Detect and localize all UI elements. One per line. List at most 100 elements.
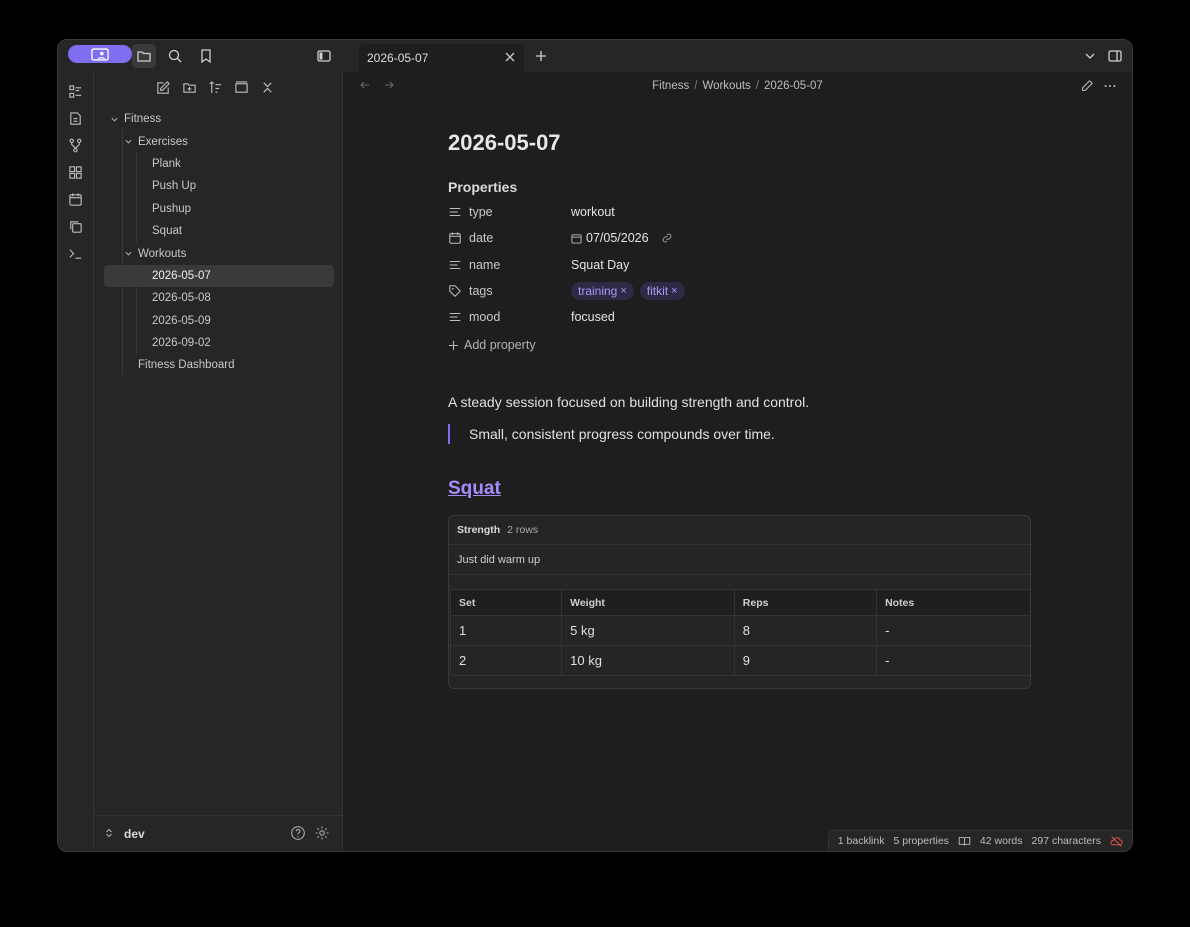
property-row-name[interactable]: name Squat Day bbox=[448, 252, 1031, 278]
ribbon-toggle-button[interactable] bbox=[68, 45, 132, 63]
remove-tag-icon[interactable]: × bbox=[671, 285, 677, 297]
property-row-tags[interactable]: tags training × fitkit × bbox=[448, 278, 1031, 304]
breadcrumb-item[interactable]: Workouts bbox=[702, 80, 750, 92]
calendar-icon bbox=[448, 231, 463, 246]
ribbon-command-palette-button[interactable] bbox=[66, 244, 84, 262]
edit-mode-button[interactable] bbox=[1080, 79, 1096, 95]
ribbon-outline-button[interactable] bbox=[66, 82, 84, 100]
table-cell[interactable]: 9 bbox=[733, 645, 878, 677]
new-folder-button[interactable] bbox=[180, 78, 198, 96]
tree-file-2026-05-07[interactable]: 2026-05-07 bbox=[104, 264, 334, 288]
more-options-button[interactable] bbox=[1103, 79, 1119, 95]
tree-file-plank[interactable]: Plank bbox=[104, 153, 334, 175]
property-value[interactable]: 07/05/2026 bbox=[571, 231, 673, 245]
tree-file-squat[interactable]: Squat bbox=[104, 220, 334, 242]
table-cell[interactable]: - bbox=[876, 645, 1030, 677]
tree-file-pushup[interactable]: Pushup bbox=[104, 198, 334, 220]
terminal-icon bbox=[68, 248, 81, 259]
property-row-mood[interactable]: mood focused bbox=[448, 304, 1031, 330]
table-cell[interactable]: 1 bbox=[449, 615, 563, 647]
help-button[interactable] bbox=[290, 825, 306, 841]
column-header[interactable]: Weight bbox=[561, 589, 735, 617]
chevron-down-icon bbox=[1085, 53, 1095, 59]
tree-file-fitness-dashboard[interactable]: Fitness Dashboard bbox=[104, 354, 334, 376]
tag-pill[interactable]: fitkit × bbox=[639, 282, 685, 301]
link-icon[interactable] bbox=[661, 232, 673, 244]
table-cell[interactable]: - bbox=[876, 615, 1030, 647]
settings-button[interactable] bbox=[314, 825, 330, 841]
property-value[interactable]: training × fitkit × bbox=[571, 282, 685, 301]
paragraph[interactable]: A steady session focused on building str… bbox=[448, 394, 1031, 410]
property-key[interactable]: mood bbox=[469, 310, 571, 324]
tag-pill[interactable]: training × bbox=[571, 282, 634, 301]
ribbon-graph-button[interactable] bbox=[66, 136, 84, 154]
tree-folder-exercises[interactable]: Exercises bbox=[104, 130, 334, 152]
help-icon bbox=[291, 826, 305, 840]
new-tab-button[interactable] bbox=[529, 44, 553, 68]
database-description[interactable]: Just did warm up bbox=[449, 545, 1030, 576]
sort-button[interactable] bbox=[206, 78, 224, 96]
column-header[interactable]: Reps bbox=[733, 589, 878, 617]
toggle-right-sidebar-button[interactable] bbox=[1103, 44, 1127, 68]
property-value[interactable]: workout bbox=[571, 205, 615, 219]
title-bar: 2026-05-07 bbox=[58, 40, 1132, 72]
properties-heading[interactable]: Properties bbox=[448, 179, 1031, 195]
tree-file-2026-05-09[interactable]: 2026-05-09 bbox=[104, 310, 334, 332]
tree-file-2026-05-08[interactable]: 2026-05-08 bbox=[104, 287, 334, 309]
sync-error-icon[interactable] bbox=[1110, 835, 1123, 848]
table-cell[interactable]: 8 bbox=[733, 615, 878, 647]
tree-folder-workouts[interactable]: Workouts bbox=[104, 242, 334, 264]
property-value[interactable]: Squat Day bbox=[571, 258, 629, 272]
property-key[interactable]: tags bbox=[469, 284, 571, 298]
tree-item-label: Pushup bbox=[152, 202, 192, 215]
collapse-all-button[interactable] bbox=[258, 78, 276, 96]
column-header[interactable]: Notes bbox=[876, 589, 1030, 617]
tab-list-button[interactable] bbox=[1078, 44, 1102, 68]
sidebar-left-icon bbox=[317, 50, 331, 62]
remove-tag-icon[interactable]: × bbox=[620, 285, 626, 297]
property-row-type[interactable]: type workout bbox=[448, 199, 1031, 225]
table-cell[interactable]: 2 bbox=[449, 645, 563, 677]
table-cell[interactable]: 5 kg bbox=[561, 615, 735, 647]
new-note-button[interactable] bbox=[154, 78, 172, 96]
database-table: Set Weight Reps Notes 1 5 kg 8 - 2 10 kg… bbox=[449, 589, 1030, 677]
ribbon-daily-note-button[interactable] bbox=[66, 190, 84, 208]
property-value[interactable]: focused bbox=[571, 310, 615, 324]
database-name[interactable]: Strength bbox=[457, 524, 500, 536]
ribbon-templates-button[interactable] bbox=[66, 217, 84, 235]
auto-reveal-button[interactable] bbox=[232, 78, 250, 96]
search-view-button[interactable] bbox=[163, 44, 187, 68]
vault-name[interactable]: dev bbox=[124, 827, 145, 841]
toggle-left-sidebar-button[interactable] bbox=[312, 44, 336, 68]
bookmark-icon bbox=[201, 49, 211, 64]
date-picker[interactable]: 07/05/2026 bbox=[571, 231, 649, 245]
property-key[interactable]: date bbox=[469, 231, 571, 245]
files-view-button[interactable] bbox=[132, 44, 156, 68]
file-icon bbox=[69, 111, 81, 125]
table-row: 1 5 kg 8 - bbox=[449, 615, 1030, 647]
heading-link-squat[interactable]: Squat bbox=[448, 478, 1031, 502]
status-properties[interactable]: 5 properties bbox=[893, 835, 948, 847]
tree-item-label: 2026-05-09 bbox=[152, 314, 211, 327]
status-backlinks[interactable]: 1 backlink bbox=[838, 835, 885, 847]
breadcrumb-item[interactable]: 2026-05-07 bbox=[764, 80, 823, 92]
tree-file-push-up[interactable]: Push Up bbox=[104, 175, 334, 197]
tab-close-button[interactable] bbox=[504, 51, 516, 66]
note-title[interactable]: 2026-05-07 bbox=[448, 130, 1031, 160]
tab-active-note[interactable]: 2026-05-07 bbox=[359, 44, 524, 72]
property-row-date[interactable]: date 07/05/2026 bbox=[448, 225, 1031, 251]
vault-switcher[interactable] bbox=[104, 826, 114, 841]
ribbon-canvas-button[interactable] bbox=[66, 163, 84, 181]
property-key[interactable]: type bbox=[469, 205, 571, 219]
breadcrumb-item[interactable]: Fitness bbox=[652, 80, 689, 92]
tree-folder-fitness[interactable]: Fitness bbox=[104, 108, 334, 130]
table-cell[interactable]: 10 kg bbox=[561, 645, 735, 677]
ribbon-file-button[interactable] bbox=[66, 109, 84, 127]
column-header[interactable]: Set bbox=[449, 589, 563, 617]
bookmarks-view-button[interactable] bbox=[194, 44, 218, 68]
add-property-button[interactable]: Add property bbox=[448, 334, 1031, 356]
property-key[interactable]: name bbox=[469, 258, 571, 272]
book-open-icon[interactable] bbox=[958, 835, 971, 848]
tree-file-2026-09-02[interactable]: 2026-09-02 bbox=[104, 332, 334, 354]
blockquote[interactable]: Small, consistent progress compounds ove… bbox=[448, 424, 1031, 445]
